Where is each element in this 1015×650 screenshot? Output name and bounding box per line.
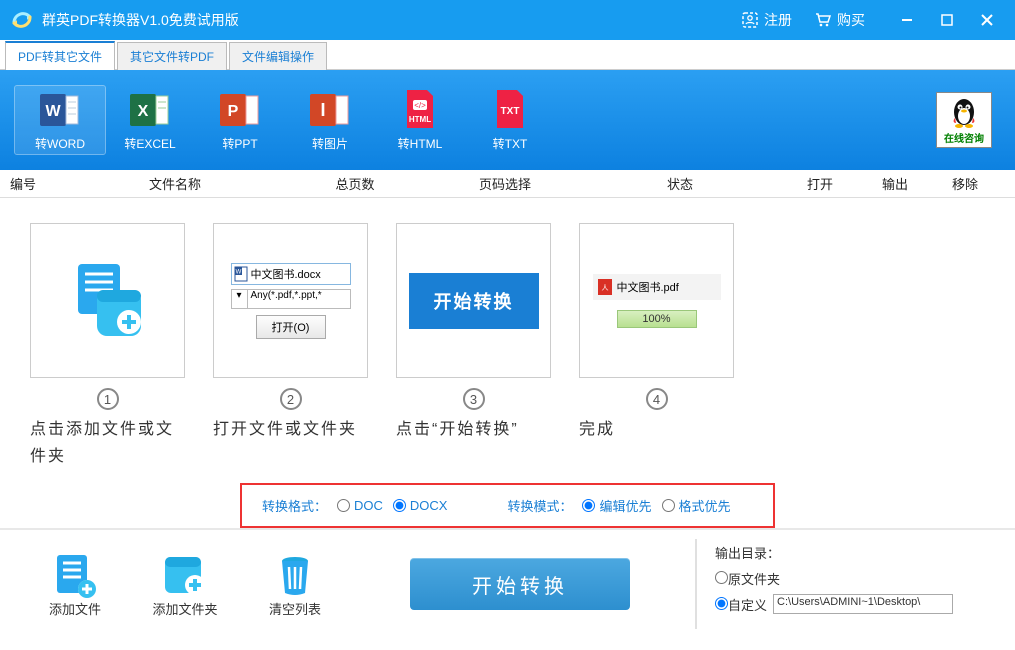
svg-text:TXT: TXT — [501, 106, 520, 117]
qq-penguin-icon — [949, 96, 979, 130]
tab-pdf-to-other[interactable]: PDF转其它文件 — [5, 41, 115, 70]
step4-output-file: 人 中文图书.pdf — [593, 274, 721, 300]
hdr-pagesel: 页码选择 — [430, 174, 580, 193]
mode-label: 转换模式： — [507, 496, 572, 515]
hdr-pages: 总页数 — [280, 174, 430, 193]
svg-text:</>: </> — [414, 101, 426, 110]
maximize-button[interactable] — [927, 0, 967, 40]
add-folder-icon — [161, 551, 209, 599]
step-3-number: 3 — [463, 388, 485, 410]
docx-file-icon: W — [234, 266, 248, 282]
hdr-remove: 移除 — [930, 174, 1000, 193]
output-panel: 输出目录： 原文件夹 自定义 C:\Users\ADMINI~1\Desktop… — [695, 539, 995, 629]
step4-progress-bar: 100% — [617, 310, 697, 328]
bottom-bar: 添加文件 添加文件夹 清空列表 开始转换 输出目录： 原文件夹 自定义 C:\U… — [0, 528, 1015, 630]
step-4: 人 中文图书.pdf 100% 4 完成 — [579, 223, 734, 453]
svg-text:P: P — [228, 103, 239, 120]
tool-to-ppt[interactable]: P 转PPT — [195, 88, 285, 152]
svg-text:HTML: HTML — [409, 115, 431, 124]
steps-guide: 1 点击添加文件或文件夹 W 中文图书.docx ▾ Any(*.pdf,*.p… — [0, 198, 1015, 478]
tool-to-html[interactable]: </>HTML 转HTML — [375, 88, 465, 152]
conversion-options: 转换格式： DOC DOCX 转换模式： 编辑优先 格式优先 — [240, 483, 775, 528]
tool-to-image[interactable]: I 转图片 — [285, 88, 375, 152]
step-4-number: 4 — [646, 388, 668, 410]
add-file-button[interactable]: 添加文件 — [20, 551, 130, 618]
svg-text:W: W — [45, 103, 61, 120]
tool-to-excel[interactable]: X 转EXCEL — [105, 88, 195, 152]
word-icon: W — [40, 88, 80, 132]
list-headers: 编号 文件名称 总页数 页码选择 状态 打开 输出 移除 — [0, 170, 1015, 198]
app-logo-icon — [8, 6, 36, 34]
hdr-open: 打开 — [780, 174, 860, 193]
app-title: 群英PDF转换器V1.0免费试用版 — [42, 10, 239, 30]
step-1-text: 点击添加文件或文件夹 — [30, 416, 185, 470]
format-label: 转换格式： — [262, 496, 327, 515]
qq-support-button[interactable]: 在线咨询 — [936, 92, 992, 148]
trash-icon — [271, 551, 319, 599]
register-button[interactable]: 注册 — [741, 10, 792, 30]
tab-strip: PDF转其它文件 其它文件转PDF 文件编辑操作 — [0, 40, 1015, 70]
step2-filename-field: W 中文图书.docx — [231, 263, 351, 285]
mode-edit-first-radio[interactable]: 编辑优先 — [582, 496, 651, 515]
output-same-folder-radio[interactable]: 原文件夹 — [715, 569, 780, 588]
format-doc-radio[interactable]: DOC — [337, 498, 383, 513]
image-icon: I — [310, 88, 350, 132]
clear-list-button[interactable]: 清空列表 — [240, 551, 350, 618]
output-custom-radio[interactable]: 自定义 — [715, 595, 767, 614]
minimize-button[interactable] — [887, 0, 927, 40]
close-button[interactable] — [967, 0, 1007, 40]
step2-open-button[interactable]: 打开(O) — [256, 315, 326, 339]
hdr-num: 编号 — [10, 174, 70, 193]
add-folder-button[interactable]: 添加文件夹 — [130, 551, 240, 618]
step-2-text: 打开文件或文件夹 — [213, 416, 368, 443]
format-docx-radio[interactable]: DOCX — [393, 498, 448, 513]
start-convert-button[interactable]: 开始转换 — [410, 558, 630, 610]
mode-layout-first-radio[interactable]: 格式优先 — [662, 496, 731, 515]
svg-text:人: 人 — [601, 284, 608, 292]
step-1-number: 1 — [97, 388, 119, 410]
format-toolbar: W 转WORD X 转EXCEL P 转PPT I 转图片 </>HTML 转H… — [0, 70, 1015, 170]
tool-to-txt[interactable]: TXT 转TXT — [465, 88, 555, 152]
step3-start-button: 开始转换 — [409, 273, 539, 329]
txt-icon: TXT — [490, 88, 530, 132]
output-path-input[interactable]: C:\Users\ADMINI~1\Desktop\ — [773, 594, 953, 614]
svg-text:I: I — [320, 100, 325, 120]
step-3-text: 点击“开始转换” — [396, 416, 551, 443]
svg-text:W: W — [235, 269, 241, 275]
excel-icon: X — [130, 88, 170, 132]
tool-to-word[interactable]: W 转WORD — [15, 86, 105, 154]
ppt-icon: P — [220, 88, 260, 132]
tab-file-edit[interactable]: 文件编辑操作 — [229, 42, 327, 70]
pdf-file-icon: 人 — [597, 278, 613, 296]
html-icon: </> HTML — [400, 88, 440, 132]
titlebar: 群英PDF转换器V1.0免费试用版 注册 购买 — [0, 0, 1015, 40]
step2-filter-dropdown: ▾ Any(*.pdf,*.ppt,* — [231, 289, 351, 309]
output-dir-label: 输出目录： — [715, 543, 780, 562]
step-4-text: 完成 — [579, 416, 734, 443]
step-2-number: 2 — [280, 388, 302, 410]
hdr-status: 状态 — [580, 174, 780, 193]
add-file-icon — [51, 551, 99, 599]
svg-text:X: X — [138, 103, 149, 120]
step-3: 开始转换 3 点击“开始转换” — [396, 223, 551, 453]
add-file-illustration-icon — [63, 256, 153, 346]
buy-button[interactable]: 购买 — [814, 10, 865, 30]
chevron-down-icon: ▾ — [232, 290, 248, 308]
tab-other-to-pdf[interactable]: 其它文件转PDF — [117, 42, 227, 70]
step-2: W 中文图书.docx ▾ Any(*.pdf,*.ppt,* 打开(O) 2 … — [213, 223, 368, 453]
hdr-name: 文件名称 — [70, 174, 280, 193]
step-1: 1 点击添加文件或文件夹 — [30, 223, 185, 453]
hdr-output: 输出 — [860, 174, 930, 193]
